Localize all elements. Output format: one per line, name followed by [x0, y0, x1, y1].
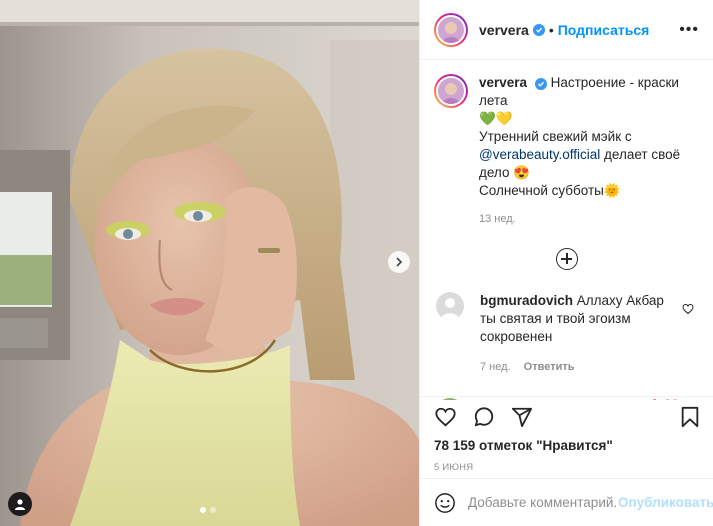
- likes-count[interactable]: 78 159 отметок "Нравится": [434, 438, 700, 453]
- more-options-button[interactable]: •••: [679, 21, 699, 39]
- author-avatar[interactable]: [434, 12, 468, 47]
- comment-meta: 7 нед. Ответить: [480, 358, 680, 376]
- comment-item: bgmuradovich Аллаху Акбар ты святая и тв…: [434, 292, 700, 376]
- instagram-post-modal: ververa • Подписаться ••• ververa Настро…: [0, 0, 713, 526]
- caption-emoji-eyes: 😍: [513, 165, 531, 180]
- post-caption: ververa Настроение - краски лета 💚💛 Утре…: [434, 74, 700, 228]
- post-header: ververa • Подписаться •••: [420, 0, 713, 60]
- comments-section[interactable]: ververa Настроение - краски лета 💚💛 Утре…: [420, 60, 713, 400]
- post-photo[interactable]: [0, 0, 419, 526]
- comment-bubble-icon[interactable]: [473, 406, 495, 428]
- caption-username[interactable]: ververa: [479, 75, 527, 90]
- carousel-indicator: [200, 507, 216, 513]
- comment-body: bgmuradovich Аллаху Акбар ты святая и тв…: [480, 292, 680, 376]
- carousel-dot-active: [200, 507, 206, 513]
- heart-icon[interactable]: [434, 406, 457, 428]
- post-date[interactable]: 5 июня: [434, 462, 700, 473]
- caption-text: ververa Настроение - краски лета 💚💛 Утре…: [479, 74, 694, 228]
- action-bar: [434, 405, 700, 429]
- plus-circle-icon[interactable]: [556, 248, 578, 270]
- author-username[interactable]: ververa: [479, 22, 529, 38]
- post-side-panel: ververa • Подписаться ••• ververa Настро…: [419, 0, 713, 526]
- carousel-dot: [210, 507, 216, 513]
- person-tag-icon: [15, 499, 25, 510]
- smiley-icon[interactable]: [434, 492, 456, 514]
- carousel-next-button[interactable]: [388, 251, 410, 273]
- add-comment-input[interactable]: [468, 495, 618, 510]
- bookmark-icon[interactable]: [680, 406, 700, 428]
- caption-time[interactable]: 13 нед.: [479, 210, 694, 228]
- caption-author-avatar[interactable]: [434, 74, 468, 108]
- verified-badge-icon: [532, 23, 545, 36]
- comment-time[interactable]: 7 нед.: [480, 361, 511, 373]
- publish-button[interactable]: Опубликовать: [618, 495, 713, 510]
- separator-dot: •: [548, 21, 554, 38]
- comment-username[interactable]: bgmuradovich: [480, 293, 573, 308]
- mention-link[interactable]: @verabeauty.official: [479, 147, 600, 162]
- chevron-right-icon: [396, 257, 403, 267]
- caption-line-3: Солнечной субботы: [479, 183, 604, 198]
- caption-emoji-hearts: 💚💛: [479, 111, 513, 126]
- commenter-avatar[interactable]: [436, 292, 464, 320]
- verified-badge-icon: [534, 78, 547, 90]
- tagged-users-button[interactable]: [8, 492, 32, 516]
- paper-plane-icon[interactable]: [511, 406, 533, 428]
- post-actions: 78 159 отметок "Нравится" 5 июня: [420, 396, 713, 473]
- reply-button[interactable]: Ответить: [524, 361, 575, 373]
- add-comment-bar: Опубликовать: [420, 478, 713, 526]
- caption-emoji-sun: 🌞: [603, 183, 621, 198]
- caption-line-2-prefix: Утренний свежий мэйк с: [479, 129, 632, 144]
- follow-button[interactable]: Подписаться: [558, 22, 650, 38]
- comment-like-heart-icon[interactable]: [682, 302, 694, 318]
- portrait-image: [0, 0, 419, 526]
- load-more-comments: [434, 248, 700, 270]
